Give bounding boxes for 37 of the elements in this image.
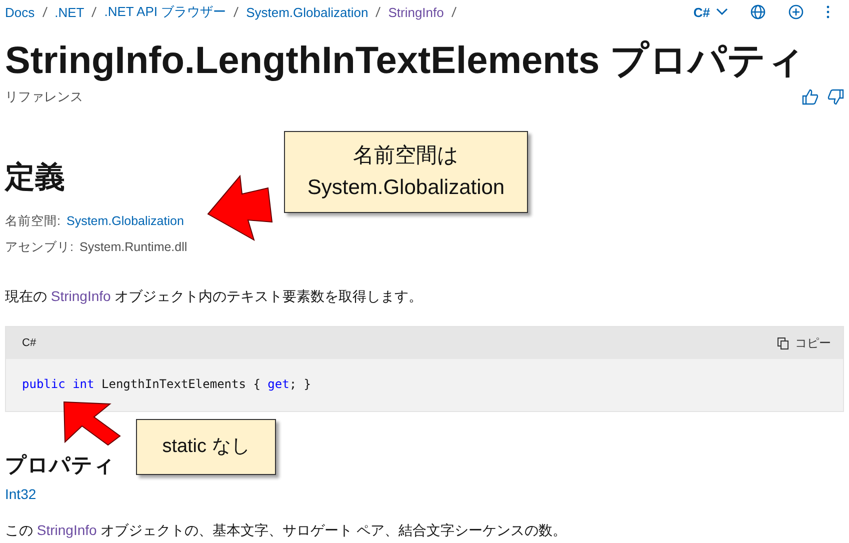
callout-note: 名前空間は System.Globalization — [284, 131, 528, 213]
breadcrumb-link[interactable]: StringInfo — [388, 4, 444, 20]
breadcrumb-link[interactable]: .NET API ブラウザー — [104, 3, 226, 21]
breadcrumb-separator-icon — [375, 6, 382, 18]
summary-text: 現在の StringInfo オブジェクト内のテキスト要素数を取得します。 — [5, 288, 424, 306]
more-icon[interactable] — [826, 5, 830, 19]
breadcrumb-separator-icon — [42, 6, 48, 18]
assembly-label: アセンブリ: — [5, 239, 74, 256]
breadcrumb-separator-icon — [91, 6, 98, 18]
namespace-label: 名前空間: — [5, 213, 60, 230]
assembly-name: System.Runtime.dll — [79, 239, 188, 256]
stringinfo-link[interactable]: StringInfo — [50, 288, 111, 304]
type-link[interactable]: Int32 — [5, 486, 844, 502]
copy-button[interactable]: コピー — [777, 334, 831, 352]
namespace-link[interactable]: System.Globalization — [66, 208, 184, 234]
copy-icon — [777, 336, 789, 350]
thumbs-up-icon[interactable] — [802, 89, 819, 105]
breadcrumb-separator-icon — [233, 6, 240, 18]
arrow-icon — [206, 174, 274, 242]
code-language-label: C# — [22, 337, 36, 349]
property-description: この StringInfo オブジェクトの、基本文字、サロゲート ペア、結合文字シーケンスの数。 — [5, 522, 568, 540]
page-type-label: リファレンス — [5, 88, 83, 106]
breadcrumb-link[interactable]: System.Globalization — [246, 4, 368, 20]
callout-note: static なし — [136, 419, 276, 475]
globe-icon[interactable] — [750, 4, 766, 20]
breadcrumb-link[interactable]: Docs — [5, 4, 35, 20]
caret-icon — [716, 8, 728, 16]
section-heading: 定義 — [5, 160, 65, 196]
code-line: public int LengthInTextElements { get; } — [21, 376, 312, 393]
breadcrumb-link[interactable]: .NET — [54, 4, 84, 20]
stringinfo-link[interactable]: StringInfo — [36, 522, 97, 538]
thumbs-down-icon[interactable] — [827, 89, 844, 105]
breadcrumb-separator-icon — [450, 6, 457, 18]
section-heading: プロパティ — [5, 452, 115, 479]
add-icon[interactable] — [788, 4, 804, 20]
page-title: StringInfo.LengthInTextElements プロパティ — [5, 39, 806, 84]
language-dropdown[interactable]: C# — [693, 4, 728, 20]
